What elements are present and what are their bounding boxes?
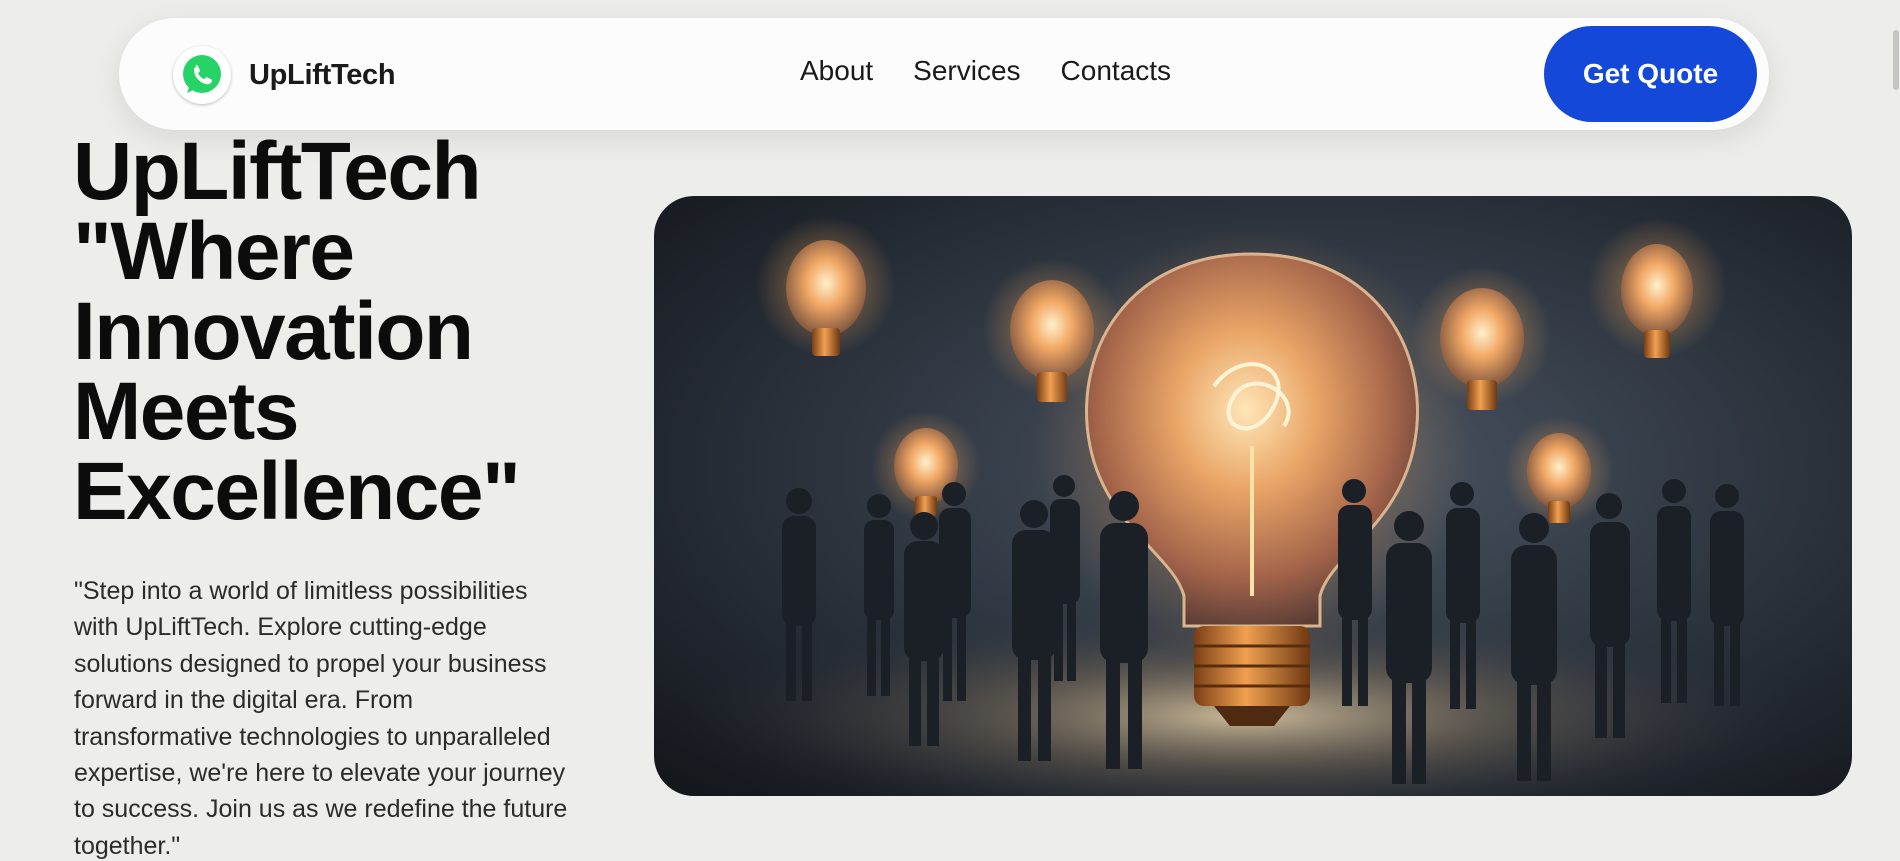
get-quote-button[interactable]: Get Quote xyxy=(1544,26,1757,122)
hero-title-line: Innovation xyxy=(73,286,474,377)
hero-description: "Step into a world of limitless possibil… xyxy=(74,577,568,860)
scrollbar-thumb[interactable] xyxy=(1893,30,1899,90)
navbar: UpLiftTech About Services Contacts Get Q… xyxy=(119,18,1769,130)
whatsapp-icon xyxy=(173,46,231,104)
page-scrollbar[interactable] xyxy=(1890,0,1900,861)
brand-link[interactable]: UpLiftTech xyxy=(173,45,396,105)
small-bulb xyxy=(756,216,896,356)
hero-title-line: "Where xyxy=(73,206,355,297)
hero-title-line: Meets xyxy=(73,366,299,457)
main-nav: About Services Contacts xyxy=(800,55,1171,87)
nav-link-about[interactable]: About xyxy=(800,55,873,87)
brand-name: UpLiftTech xyxy=(249,58,396,91)
hero-title-line: UpLiftTech xyxy=(73,126,482,217)
nav-link-contacts[interactable]: Contacts xyxy=(1061,55,1172,87)
small-bulb xyxy=(1587,218,1727,358)
hero-title-line: Excellence" xyxy=(73,446,521,537)
nav-link-services[interactable]: Services xyxy=(913,55,1020,87)
hero-title: UpLiftTech "Where Innovation Meets Excel… xyxy=(73,126,633,537)
hero-image xyxy=(654,196,1852,796)
lightbulbs-illustration xyxy=(654,196,1852,796)
page: UpLiftTech About Services Contacts Get Q… xyxy=(0,0,1900,861)
